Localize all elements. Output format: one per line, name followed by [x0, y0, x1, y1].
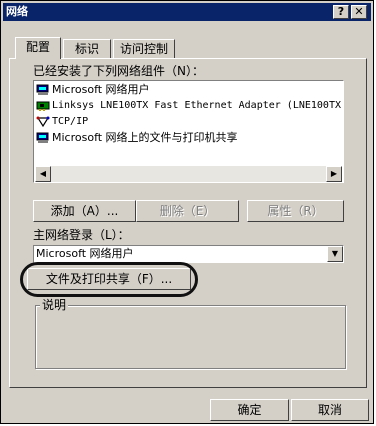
list-item[interactable]: TCP/IP: [36, 114, 88, 130]
tab-identification[interactable]: 标识: [63, 39, 111, 59]
list-item[interactable]: Microsoft 网络上的文件与打印机共享: [36, 130, 238, 146]
add-button[interactable]: 添加（A）...: [33, 200, 136, 222]
properties-button[interactable]: 属性（R）: [247, 200, 344, 222]
list-item-label: Microsoft 网络上的文件与打印机共享: [52, 131, 238, 144]
primary-logon-select[interactable]: Microsoft 网络用户 ▼: [33, 245, 344, 263]
primary-logon-label: 主网络登录（L）：: [33, 228, 130, 242]
list-item[interactable]: Microsoft 网络用户: [36, 82, 150, 98]
service-icon: [36, 132, 49, 143]
list-item[interactable]: Linksys LNE100TX Fast Ethernet Adapter (…: [36, 98, 341, 114]
tab-access-control[interactable]: 访问控制: [113, 39, 175, 59]
remove-button[interactable]: 删除（E）: [136, 200, 239, 222]
horizontal-scrollbar[interactable]: ◀ ▶: [35, 166, 342, 182]
ok-button[interactable]: 确定: [210, 399, 289, 421]
chevron-down-icon[interactable]: ▼: [327, 246, 343, 262]
components-list[interactable]: Microsoft 网络用户 Linksys LNE100TX Fast Eth…: [33, 80, 344, 183]
window-title: 网络: [6, 5, 28, 18]
list-item-label: Linksys LNE100TX Fast Ethernet Adapter (…: [52, 100, 341, 111]
scroll-right-icon[interactable]: ▶: [326, 166, 342, 182]
highlight-ring: [20, 262, 198, 297]
scroll-left-icon[interactable]: ◀: [35, 166, 51, 182]
network-adapter-icon: [36, 101, 50, 111]
primary-logon-value: Microsoft 网络用户: [36, 247, 134, 260]
network-dialog: 网络 ? ✕ 配置 标识 访问控制 已经安装了下列网络组件（N）： Micros…: [0, 0, 374, 424]
list-item-label: TCP/IP: [52, 116, 89, 127]
description-label: 说明: [40, 298, 69, 312]
tab-configuration[interactable]: 配置: [15, 37, 61, 59]
description-group: 说明: [35, 298, 346, 369]
list-item-label: Microsoft 网络用户: [52, 83, 150, 96]
network-client-icon: [36, 84, 49, 95]
protocol-icon: [36, 116, 50, 128]
title-bar[interactable]: 网络 ? ✕: [3, 3, 371, 21]
close-button[interactable]: ✕: [351, 5, 367, 19]
components-header: 已经安装了下列网络组件（N）：: [33, 64, 204, 78]
help-button[interactable]: ?: [333, 5, 349, 19]
cancel-button[interactable]: 取消: [291, 399, 369, 421]
